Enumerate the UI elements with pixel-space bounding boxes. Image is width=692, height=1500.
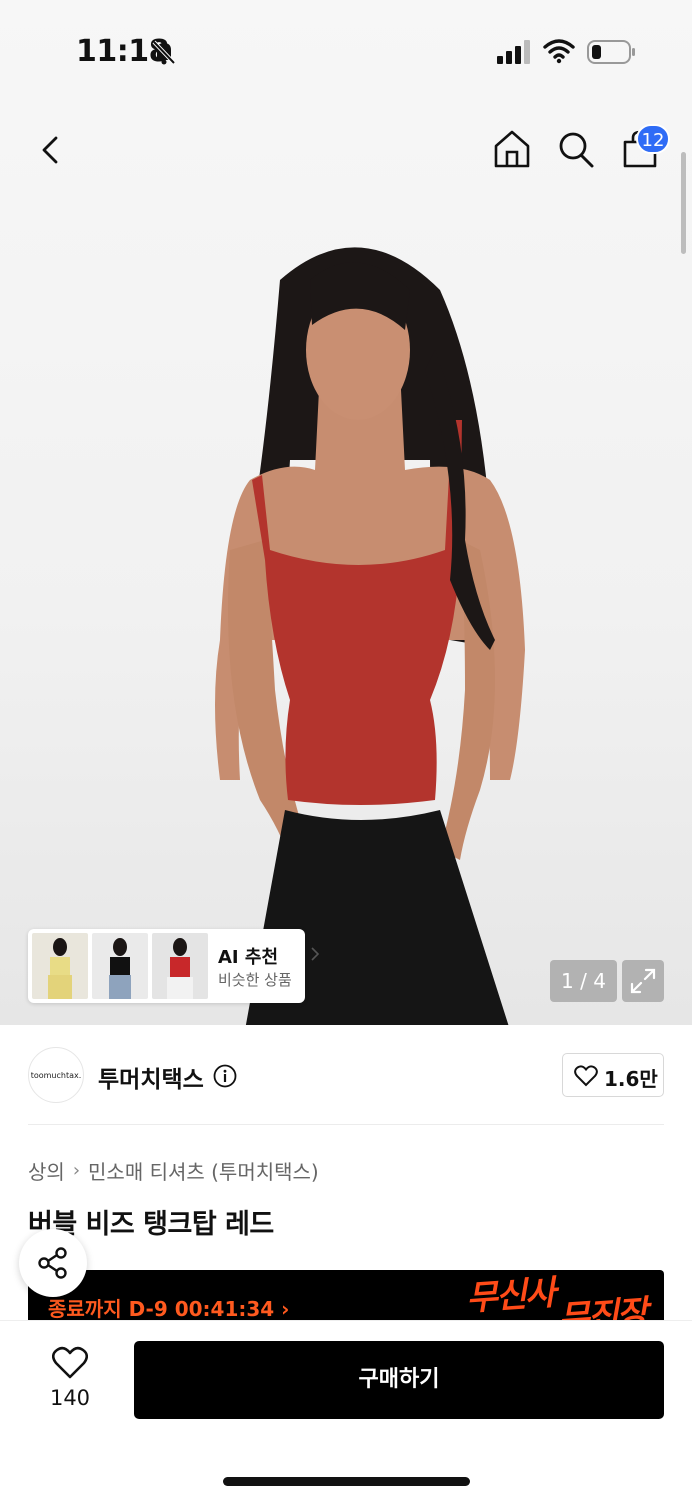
event-logo: 무신사	[464, 1272, 556, 1320]
share-icon	[38, 1247, 67, 1279]
status-bar: 11:18	[0, 0, 692, 100]
countdown-label: 종료까지 D-9 00:41:34	[48, 1297, 275, 1321]
product-image[interactable]: 12 AI 추천 비슷한 상품 1 / 4	[0, 0, 692, 1025]
recommend-thumbnail[interactable]	[32, 933, 88, 999]
countdown-text: 종료까지 D-9 00:41:34 ›	[48, 1297, 290, 1321]
home-icon[interactable]	[492, 128, 532, 170]
info-icon[interactable]	[213, 1064, 237, 1088]
chevron-left-icon[interactable]	[34, 130, 68, 170]
ai-recommend-subtitle: 비슷한 상품	[218, 971, 292, 989]
brand-logo[interactable]: toomuchtax.	[28, 1047, 84, 1103]
cart-badge: 12	[636, 124, 670, 154]
promo-banner[interactable]: 종료까지 D-9 00:41:34 › 무신사 무진장	[28, 1270, 664, 1322]
model-photo	[215, 247, 525, 1025]
breadcrumb-subcategory[interactable]: 민소매 티셔츠 (투머치택스)	[88, 1156, 319, 1185]
bell-slash-icon	[152, 40, 176, 65]
divider	[28, 1124, 664, 1125]
ai-recommend-title: AI 추천	[218, 947, 279, 968]
brand-name[interactable]: 투머치택스	[98, 1060, 204, 1094]
expand-icon	[630, 968, 656, 994]
signal-icon	[497, 40, 530, 64]
brand-like-count: 1.6만	[604, 1067, 658, 1091]
wifi-icon	[543, 39, 575, 64]
ai-recommend-card[interactable]: AI 추천 비슷한 상품	[28, 929, 320, 1003]
expand-button[interactable]	[622, 960, 664, 1002]
recommend-thumbnail[interactable]	[152, 933, 208, 999]
chevron-right-icon: ›	[72, 1160, 81, 1181]
event-logo-line2: 무진장	[556, 1292, 648, 1322]
heart-icon	[52, 1346, 88, 1379]
battery-icon	[587, 40, 635, 64]
breadcrumb-category[interactable]: 상의	[28, 1156, 65, 1185]
share-button[interactable]	[19, 1229, 87, 1297]
search-icon[interactable]	[556, 128, 596, 170]
image-counter: 1 / 4	[550, 960, 617, 1002]
chevron-right-icon	[311, 947, 320, 961]
scrollbar[interactable]	[681, 152, 686, 254]
breadcrumb: 상의 › 민소매 티셔츠 (투머치택스)	[28, 1156, 319, 1185]
brand-like-button[interactable]: 1.6만	[562, 1053, 664, 1097]
buy-button[interactable]: 구매하기	[134, 1341, 664, 1419]
recommend-thumbnail[interactable]	[92, 933, 148, 999]
home-indicator[interactable]	[223, 1477, 470, 1486]
like-count: 140	[49, 1386, 91, 1410]
heart-icon	[574, 1065, 598, 1087]
